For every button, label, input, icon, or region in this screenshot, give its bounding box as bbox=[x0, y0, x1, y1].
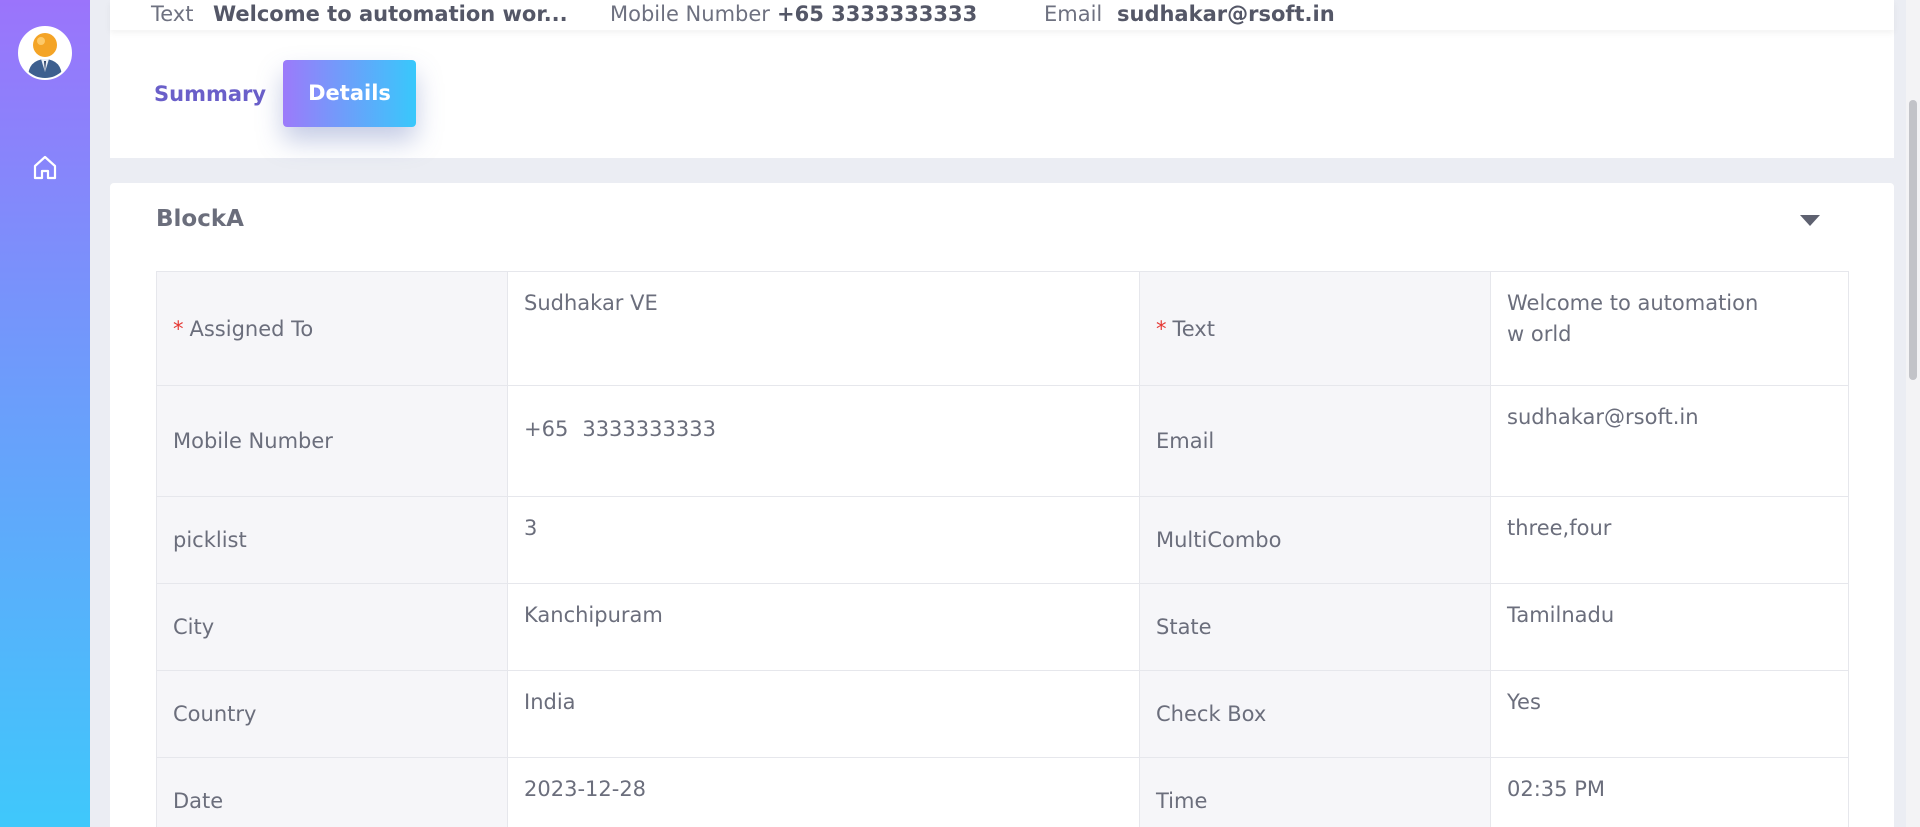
scrollbar-thumb[interactable] bbox=[1909, 100, 1917, 380]
summary-text-label: Text bbox=[151, 2, 194, 26]
field-value: India bbox=[507, 670, 1140, 758]
table-row: * Assigned To Sudhakar VE * Text Welcome t… bbox=[156, 271, 1849, 386]
block-title: BlockA bbox=[156, 206, 244, 232]
sidebar bbox=[0, 0, 90, 827]
field-value: sudhakar@rsoft.in bbox=[1490, 385, 1849, 497]
summary-text-value: Welcome to automation wor... bbox=[213, 2, 568, 26]
field-value: Kanchipuram bbox=[507, 583, 1140, 671]
summary-email-value: sudhakar@rsoft.in bbox=[1117, 2, 1335, 26]
home-icon[interactable] bbox=[30, 152, 60, 182]
field-label: City bbox=[156, 583, 508, 671]
avatar-person-icon bbox=[20, 28, 70, 78]
field-label: Country bbox=[156, 670, 508, 758]
field-value: 2023-12-28 bbox=[507, 757, 1140, 827]
field-value: Yes bbox=[1490, 670, 1849, 758]
user-avatar[interactable] bbox=[18, 26, 72, 80]
field-value: 02:35 PM bbox=[1490, 757, 1849, 827]
field-value: Tamilnadu bbox=[1490, 583, 1849, 671]
caret-down-icon[interactable] bbox=[1798, 213, 1822, 227]
field-value: Welcome to automation w orld bbox=[1490, 271, 1849, 386]
table-row: Mobile Number +65 3333333333 Email sudhak… bbox=[156, 385, 1849, 497]
summary-strip: Text Welcome to automation wor... Mobile… bbox=[110, 0, 1894, 30]
table-row: Date 2023-12-28 Time 02:35 PM bbox=[156, 757, 1849, 827]
field-label: State bbox=[1139, 583, 1491, 671]
field-label: * Text bbox=[1139, 271, 1491, 386]
tab-details[interactable]: Details bbox=[283, 60, 416, 127]
field-value: +65 3333333333 bbox=[507, 385, 1140, 497]
summary-mobile-value: +65 3333333333 bbox=[777, 2, 978, 26]
block-a-panel: BlockA * Assigned To Sudhakar VE * Text We… bbox=[110, 183, 1894, 827]
details-table: * Assigned To Sudhakar VE * Text Welcome t… bbox=[156, 271, 1849, 827]
summary-mobile-label: Mobile Number bbox=[610, 2, 770, 26]
country-code: +65 bbox=[524, 417, 569, 441]
table-row: picklist 3 MultiCombo three,four bbox=[156, 496, 1849, 584]
tab-summary[interactable]: Summary bbox=[154, 60, 266, 128]
required-marker: * bbox=[173, 316, 184, 341]
field-value: Sudhakar VE bbox=[507, 271, 1140, 386]
page-scrollbar[interactable] bbox=[1906, 0, 1920, 827]
record-header: Text Welcome to automation wor... Mobile… bbox=[110, 0, 1894, 158]
mobile-number-value: 3333333333 bbox=[582, 417, 716, 441]
field-label: Mobile Number bbox=[156, 385, 508, 497]
table-row: City Kanchipuram State Tamilnadu bbox=[156, 583, 1849, 671]
field-label: Date bbox=[156, 757, 508, 827]
field-label: Time bbox=[1139, 757, 1491, 827]
field-label: Check Box bbox=[1139, 670, 1491, 758]
field-label: MultiCombo bbox=[1139, 496, 1491, 584]
table-row: Country India Check Box Yes bbox=[156, 670, 1849, 758]
required-marker: * bbox=[1156, 316, 1167, 341]
field-label: Email bbox=[1139, 385, 1491, 497]
field-value: 3 bbox=[507, 496, 1140, 584]
field-value: three,four bbox=[1490, 496, 1849, 584]
summary-email-label: Email bbox=[1044, 2, 1103, 26]
field-label: * Assigned To bbox=[156, 271, 508, 386]
field-label: picklist bbox=[156, 496, 508, 584]
